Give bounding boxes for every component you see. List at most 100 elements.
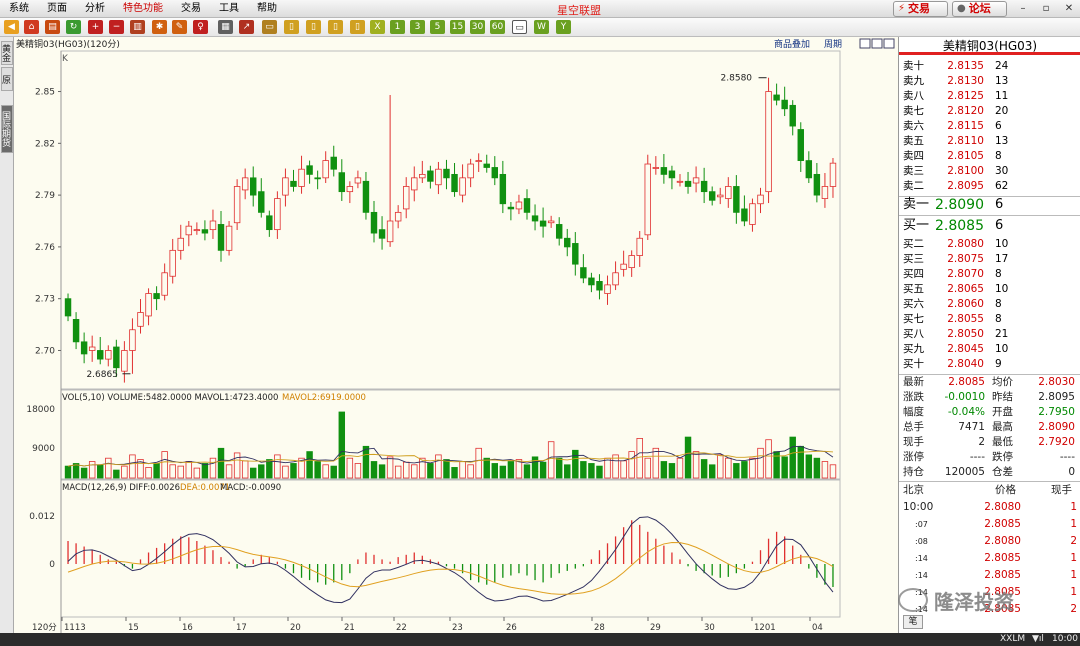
period-day-icon[interactable]: ▭ (512, 20, 527, 34)
forum-button[interactable]: ● 论坛 (952, 1, 1007, 17)
ask-row[interactable]: 卖九 2.8130 13 (899, 74, 1080, 89)
zoom-out-icon[interactable]: − (109, 20, 124, 34)
trend-icon[interactable]: ↗ (239, 20, 254, 34)
candle-body (515, 201, 523, 210)
ask-row[interactable]: 卖三 2.8100 30 (899, 164, 1080, 179)
quote-icon[interactable]: ▤ (45, 20, 60, 34)
maximize-icon[interactable]: ▫ (1041, 3, 1051, 14)
menu-page[interactable]: 页面 (38, 0, 76, 18)
period-3-icon[interactable]: ▯ (328, 20, 343, 34)
volume-bar (129, 454, 136, 479)
line-chart-icon[interactable]: ▭ (262, 20, 277, 34)
bid-row[interactable]: 买十 2.8040 9 (899, 357, 1080, 372)
volume-bar (153, 463, 160, 479)
tab-crude[interactable]: 原 (0, 67, 13, 91)
period-week-icon[interactable]: W (534, 20, 549, 34)
period-2-icon[interactable]: ▯ (306, 20, 321, 34)
ask-row[interactable]: 卖十 2.8135 24 (899, 59, 1080, 74)
candle-body (145, 293, 152, 317)
candle-body (628, 255, 635, 269)
tick-qty: 1 (1070, 552, 1077, 564)
menu-trade[interactable]: 交易 (172, 0, 210, 18)
menu-help[interactable]: 帮助 (248, 0, 286, 18)
ask-row[interactable]: 卖五 2.8110 13 (899, 134, 1080, 149)
bid-row[interactable]: 买二 2.8080 10 (899, 237, 1080, 252)
x-tick-label: 26 (506, 623, 517, 633)
ask-row[interactable]: 卖七 2.8120 20 (899, 104, 1080, 119)
period-3min-icon[interactable]: 3 (410, 20, 425, 34)
bid-row[interactable]: 买六 2.8060 8 (899, 297, 1080, 312)
bid-row[interactable]: 买三 2.8075 17 (899, 252, 1080, 267)
candle-body (717, 194, 724, 198)
chart-area[interactable]: 美精铜03(HG03)(120分) 商品叠加 周期 K 2.85 2.82 2.79 2.76… (14, 37, 898, 633)
trade-button[interactable]: ⚡ 交易 (893, 1, 948, 17)
stat-row: 持仓 120005 仓差 0 (899, 465, 1080, 480)
period-month-icon[interactable]: Y (556, 20, 571, 34)
volume-bar (676, 457, 684, 479)
candle-body (427, 170, 434, 182)
zoom-in-icon[interactable]: + (88, 20, 103, 34)
stat-value: ---- (969, 451, 985, 463)
period-label: 120分 (32, 623, 57, 633)
refresh-icon[interactable]: ↻ (66, 20, 81, 34)
table-icon[interactable]: ▦ (218, 20, 233, 34)
candle-body (282, 177, 289, 196)
ask1-row[interactable]: 卖一 2.8090 6 (899, 195, 1080, 215)
menu-analysis[interactable]: 分析 (76, 0, 114, 18)
x-tick-label: 16 (182, 623, 193, 633)
tab-intl-futures[interactable]: 国际期货 (0, 105, 13, 153)
period-4-icon[interactable]: ▯ (350, 20, 365, 34)
candle-body (805, 160, 813, 179)
bid-price: 2.8050 (947, 328, 984, 340)
bid1-row[interactable]: 买一 2.8085 6 (899, 216, 1080, 236)
period-x-icon[interactable]: X (370, 20, 385, 34)
bid-row[interactable]: 买九 2.8045 10 (899, 342, 1080, 357)
trading-terminal: 系统 页面 分析 特色功能 交易 工具 帮助 星空联盟 ⚡ 交易 ● 论坛 – … (0, 0, 1080, 646)
menu-system[interactable]: 系统 (0, 0, 38, 18)
volume-bar (717, 454, 724, 479)
ask-qty: 8 (995, 150, 1002, 162)
bid-qty: 21 (995, 328, 1009, 340)
minimize-icon[interactable]: – (1018, 3, 1028, 14)
bid-row[interactable]: 买七 2.8055 8 (899, 312, 1080, 327)
menu-tools[interactable]: 工具 (210, 0, 248, 18)
back-arrow-icon[interactable]: ◀ (4, 20, 19, 34)
kline-chart[interactable]: 美精铜03(HG03)(120分) 商品叠加 周期 K 2.85 2.82 2.79 2.76… (14, 37, 898, 633)
ask-price: 2.8105 (947, 150, 984, 162)
bid-row[interactable]: 买八 2.8050 21 (899, 327, 1080, 342)
ask-row[interactable]: 卖六 2.8115 6 (899, 119, 1080, 134)
stat-label: 跌停 (992, 451, 1013, 463)
tab-trades[interactable]: 笔 (903, 615, 923, 629)
bid-row[interactable]: 买四 2.8070 8 (899, 267, 1080, 282)
volume-bar (250, 467, 257, 479)
draw-icon[interactable]: ✎ (172, 20, 187, 34)
period-1min-icon[interactable]: 1 (390, 20, 405, 34)
bid-row[interactable]: 买五 2.8065 10 (899, 282, 1080, 297)
volume-bar (378, 464, 386, 479)
bid-price: 2.8080 (947, 238, 984, 250)
volume-bar (765, 439, 772, 479)
period-15min-icon[interactable]: 15 (450, 20, 465, 34)
home-icon[interactable]: ⌂ (24, 20, 39, 34)
chart-type-icon[interactable]: ▥ (130, 20, 145, 34)
tick-header-qty: 现手 (1051, 484, 1072, 496)
period-5min-icon[interactable]: 5 (430, 20, 445, 34)
menu-special-features[interactable]: 特色功能 (114, 0, 172, 18)
tick-qty: 2 (1070, 603, 1077, 615)
period-60min-icon[interactable]: 60 (490, 20, 505, 34)
period-30min-icon[interactable]: 30 (470, 20, 485, 34)
ask-row[interactable]: 卖八 2.8125 11 (899, 89, 1080, 104)
ask-row[interactable]: 卖四 2.8105 8 (899, 149, 1080, 164)
close-icon[interactable]: ✕ (1064, 3, 1074, 14)
period-1-icon[interactable]: ▯ (284, 20, 299, 34)
tab-gold[interactable]: 黄金 (0, 41, 13, 65)
ask-label: 卖十 (903, 60, 924, 72)
ask-row[interactable]: 卖二 2.8095 62 (899, 179, 1080, 194)
settings-icon[interactable]: ✱ (152, 20, 167, 34)
indicator-icon[interactable]: ♀ (193, 20, 208, 34)
stat-value: ---- (1059, 451, 1075, 463)
candle-body (765, 91, 772, 193)
volume-bar (700, 459, 708, 479)
macd-panel-frame (60, 479, 841, 618)
bid-label: 买三 (903, 253, 924, 265)
